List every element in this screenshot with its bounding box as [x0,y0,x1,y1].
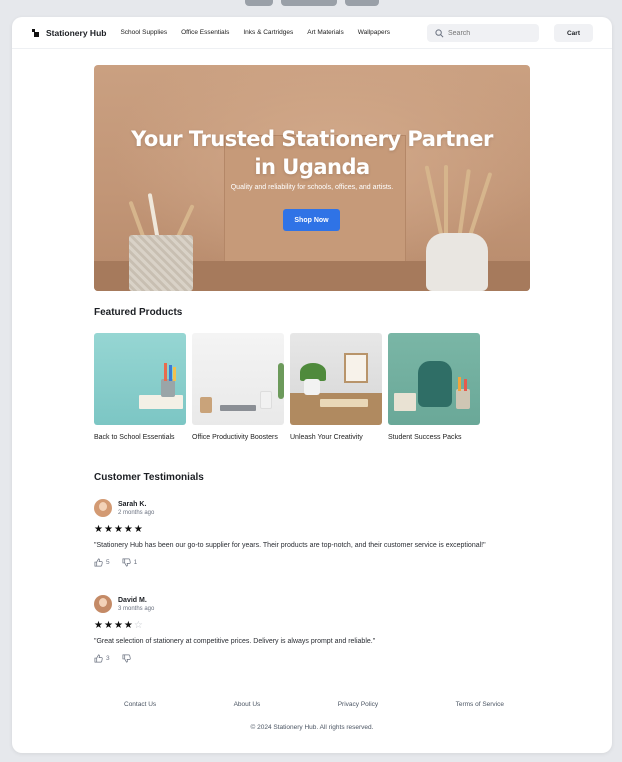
star-icon: ★ [103,620,114,631]
review-card: Sarah K. 2 months ago ★★★★★ "Stationery … [94,499,534,567]
logo-icon [32,28,40,37]
hero-decor-cup [426,233,488,291]
product-grid: Back to School Essentials Office Product… [94,333,480,443]
browser-tab-strip [245,0,379,6]
decor-cup [456,389,470,409]
star-icon: ★ [123,620,134,631]
product-name: Unleash Your Creativity [290,434,363,441]
decor-cup [200,397,212,413]
review-time: 2 months ago [118,509,155,516]
product-card[interactable]: Student Success Packs [388,333,480,443]
dislike-button[interactable] [122,654,134,663]
decor-backpack [418,361,452,407]
avatar [94,499,112,517]
product-card[interactable]: Office Productivity Boosters [192,333,284,443]
star-icon: ★ [94,524,104,535]
thumbs-up-icon [94,654,103,663]
footer-links: Contact Us About Us Privacy Policy Terms… [94,701,534,708]
star-icon: ★ [94,620,104,631]
decor-plant [278,363,284,399]
search-box[interactable] [427,24,539,42]
browser-tab[interactable] [281,0,337,6]
cart-button[interactable]: Cart [554,24,593,42]
reviewer-name: Sarah K. [118,500,147,508]
product-card[interactable]: Unleash Your Creativity [290,333,382,443]
thumbs-down-icon [122,654,131,663]
product-name: Back to School Essentials [94,434,175,441]
product-image [388,333,480,425]
like-button[interactable]: 5 [94,558,110,567]
dislike-button[interactable]: 1 [122,558,138,567]
decor-pencil [464,379,467,391]
page-card: Stationery Hub School Supplies Office Es… [12,17,612,753]
decor-pencil [173,367,176,381]
decor-books [394,393,416,411]
decor-pencil [169,365,172,381]
nav-links: School Supplies Office Essentials Inks &… [120,29,390,36]
star-rating: ★★★★★ [94,524,534,535]
thumbs-down-icon [122,558,131,567]
search-icon [435,28,444,37]
testimonials-heading: Customer Testimonials [94,472,204,483]
star-icon: ★ [113,620,124,631]
product-image [290,333,382,425]
star-icon: ★ [113,524,124,535]
star-rating: ★★★★☆ [94,620,534,631]
decor-sketchbook [320,399,368,407]
hero-decor-cup [129,235,193,291]
hero-subtitle: Quality and reliability for schools, off… [230,184,394,191]
review-card: David M. 3 months ago ★★★★☆ "Great selec… [94,595,534,663]
product-image [94,333,186,425]
nav-link-art-materials[interactable]: Art Materials [307,29,343,36]
review-time: 3 months ago [118,605,155,612]
footer-link-privacy[interactable]: Privacy Policy [338,701,378,708]
star-empty-icon: ☆ [133,620,144,631]
review-text: "Great selection of stationery at compet… [94,638,376,645]
nav-link-office-essentials[interactable]: Office Essentials [181,29,229,36]
like-button[interactable]: 3 [94,654,110,663]
like-count: 3 [106,655,110,662]
decor-books [139,395,183,409]
decor-pencil [164,363,167,381]
brand-name: Stationery Hub [46,27,107,38]
product-name: Office Productivity Boosters [192,434,278,441]
decor-vase [260,391,272,409]
brand[interactable]: Stationery Hub [32,28,106,38]
footer-link-contact[interactable]: Contact Us [124,701,156,708]
nav-link-school-supplies[interactable]: School Supplies [120,29,167,36]
search-input[interactable] [448,29,533,37]
decor-cup [161,379,175,397]
thumbs-up-icon [94,558,103,567]
hero-title: Your Trusted Stationery Partner in Ugand… [131,127,493,179]
decor-frame [344,353,368,383]
copyright-text: © 2024 Stationery Hub. All rights reserv… [250,724,374,731]
browser-tab[interactable] [245,0,273,6]
hero-banner: Your Trusted Stationery Partner in Ugand… [94,65,530,291]
browser-tab[interactable] [345,0,379,6]
footer-link-terms[interactable]: Terms of Service [456,701,504,708]
decor-pencil [458,377,461,391]
decor-laptop [220,405,256,411]
product-image [192,333,284,425]
star-icon: ★ [123,524,134,535]
featured-heading: Featured Products [94,307,183,318]
decor-pot [304,379,320,395]
dislike-count: 1 [133,559,138,566]
product-card[interactable]: Back to School Essentials [94,333,186,443]
top-navbar: Stationery Hub School Supplies Office Es… [12,17,612,49]
like-count: 5 [106,559,110,566]
nav-link-inks-cartridges[interactable]: Inks & Cartridges [243,29,293,36]
footer-link-about[interactable]: About Us [234,701,261,708]
star-icon: ★ [103,524,114,535]
star-icon: ★ [133,524,144,535]
shop-now-button[interactable]: Shop Now [283,209,340,231]
review-text: "Stationery Hub has been our go-to suppl… [94,542,486,549]
reviewer-name: David M. [118,596,147,604]
nav-link-wallpapers[interactable]: Wallpapers [358,29,390,36]
avatar [94,595,112,613]
product-name: Student Success Packs [388,434,462,441]
